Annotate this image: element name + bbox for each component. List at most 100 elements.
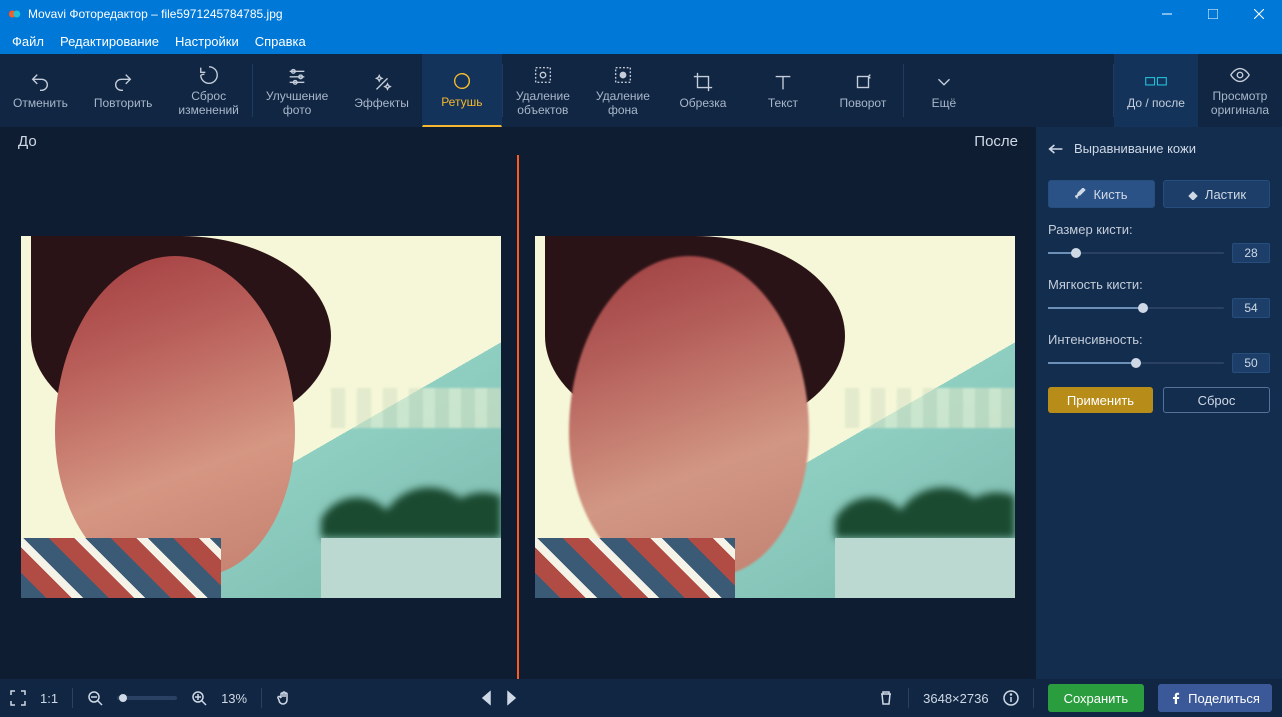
before-after-label: До / после bbox=[1127, 97, 1185, 110]
eraser-toggle-label: Ластик bbox=[1205, 187, 1246, 202]
remove-objects-icon bbox=[532, 64, 554, 86]
brush-softness-label: Мягкость кисти: bbox=[1048, 277, 1270, 292]
text-label: Текст bbox=[768, 97, 798, 110]
bottom-right: 3648×2736 Сохранить Поделиться bbox=[878, 684, 1272, 712]
comparison-divider[interactable] bbox=[517, 155, 519, 679]
brush-size-row: Размер кисти: 28 bbox=[1048, 222, 1270, 263]
view-original-label: Просмотр оригинала bbox=[1211, 90, 1269, 116]
more-button[interactable]: Ещё bbox=[904, 54, 984, 127]
text-icon bbox=[772, 71, 794, 93]
brush-size-label: Размер кисти: bbox=[1048, 222, 1270, 237]
prev-image-icon[interactable] bbox=[479, 690, 495, 706]
enhance-button[interactable]: Улучшение фото bbox=[253, 54, 341, 127]
crop-label: Обрезка bbox=[679, 97, 726, 110]
separator bbox=[1033, 688, 1034, 708]
main-toolbar: Отменить Повторить Сброс изменений Улучш… bbox=[0, 54, 1282, 127]
eye-icon bbox=[1229, 64, 1251, 86]
zoom-out-icon[interactable] bbox=[87, 690, 103, 706]
title-bar: Movavi Фоторедактор – file5971245784785.… bbox=[0, 0, 1282, 28]
reset-button[interactable]: Сброс bbox=[1163, 387, 1270, 413]
brush-size-slider[interactable] bbox=[1048, 252, 1224, 254]
view-original-button[interactable]: Просмотр оригинала bbox=[1198, 54, 1282, 127]
effects-icon bbox=[371, 71, 393, 93]
minimize-button[interactable] bbox=[1144, 0, 1190, 28]
before-after-header: До После bbox=[0, 127, 1036, 155]
menu-help[interactable]: Справка bbox=[255, 34, 306, 49]
hand-icon[interactable] bbox=[276, 690, 292, 706]
remove-objects-button[interactable]: Удаление объектов bbox=[503, 54, 583, 127]
after-label: После bbox=[974, 133, 1018, 150]
after-image bbox=[535, 236, 1015, 598]
retouch-icon bbox=[451, 70, 473, 92]
before-image bbox=[21, 236, 501, 598]
brush-eraser-toggle: Кисть Ластик bbox=[1048, 180, 1270, 208]
rotate-button[interactable]: Поворот bbox=[823, 54, 903, 127]
undo-button[interactable]: Отменить bbox=[0, 54, 81, 127]
undo-label: Отменить bbox=[13, 97, 68, 110]
eraser-icon bbox=[1187, 188, 1199, 200]
next-image-icon[interactable] bbox=[503, 690, 519, 706]
apply-button[interactable]: Применить bbox=[1048, 387, 1153, 413]
toolbar-right: До / после Просмотр оригинала bbox=[1113, 54, 1282, 127]
retouch-button[interactable]: Ретушь bbox=[422, 54, 502, 127]
redo-button[interactable]: Повторить bbox=[81, 54, 166, 127]
rotate-label: Поворот bbox=[840, 97, 887, 110]
menu-bar: Файл Редактирование Настройки Справка bbox=[0, 28, 1282, 54]
window-title: Movavi Фоторедактор – file5971245784785.… bbox=[28, 7, 1144, 21]
fullscreen-icon[interactable] bbox=[10, 690, 26, 706]
crop-button[interactable]: Обрезка bbox=[663, 54, 743, 127]
reset-changes-label: Сброс изменений bbox=[178, 90, 238, 116]
crop-icon bbox=[692, 71, 714, 93]
image-comparison[interactable] bbox=[0, 155, 1036, 679]
canvas-area: До После bbox=[0, 127, 1036, 679]
rotate-icon bbox=[852, 71, 874, 93]
menu-settings[interactable]: Настройки bbox=[175, 34, 239, 49]
redo-label: Повторить bbox=[94, 97, 153, 110]
facebook-icon bbox=[1170, 692, 1182, 704]
text-button[interactable]: Текст bbox=[743, 54, 823, 127]
menu-file[interactable]: Файл bbox=[12, 34, 44, 49]
brush-icon bbox=[1075, 188, 1087, 200]
reset-changes-button[interactable]: Сброс изменений bbox=[165, 54, 251, 127]
eraser-toggle[interactable]: Ластик bbox=[1163, 180, 1270, 208]
chevron-down-icon bbox=[933, 71, 955, 93]
close-button[interactable] bbox=[1236, 0, 1282, 28]
trash-icon[interactable] bbox=[878, 690, 894, 706]
remove-bg-icon bbox=[612, 64, 634, 86]
menu-edit[interactable]: Редактирование bbox=[60, 34, 159, 49]
share-button[interactable]: Поделиться bbox=[1158, 684, 1272, 712]
enhance-label: Улучшение фото bbox=[266, 90, 328, 116]
brush-softness-slider[interactable] bbox=[1048, 307, 1224, 309]
remove-bg-button[interactable]: Удаление фона bbox=[583, 54, 663, 127]
redo-icon bbox=[112, 71, 134, 93]
undo-icon bbox=[29, 71, 51, 93]
intensity-value[interactable]: 50 bbox=[1232, 353, 1270, 373]
fit-actual-button[interactable]: 1:1 bbox=[40, 691, 58, 706]
brush-size-value[interactable]: 28 bbox=[1232, 243, 1270, 263]
effects-button[interactable]: Эффекты bbox=[341, 54, 422, 127]
image-dimensions: 3648×2736 bbox=[923, 691, 988, 706]
zoom-percentage: 13% bbox=[221, 691, 247, 706]
brush-toggle[interactable]: Кисть bbox=[1048, 180, 1155, 208]
more-label: Ещё bbox=[932, 97, 957, 110]
brush-softness-value[interactable]: 54 bbox=[1232, 298, 1270, 318]
window-controls bbox=[1144, 0, 1282, 28]
zoom-slider[interactable] bbox=[117, 696, 177, 700]
zoom-in-icon[interactable] bbox=[191, 690, 207, 706]
before-after-icon bbox=[1145, 71, 1167, 93]
maximize-button[interactable] bbox=[1190, 0, 1236, 28]
remove-bg-label: Удаление фона bbox=[596, 90, 650, 116]
back-arrow-icon[interactable] bbox=[1048, 143, 1064, 155]
enhance-icon bbox=[286, 64, 308, 86]
app-icon bbox=[8, 7, 22, 21]
intensity-row: Интенсивность: 50 bbox=[1048, 332, 1270, 373]
intensity-slider[interactable] bbox=[1048, 362, 1224, 364]
before-after-button[interactable]: До / после bbox=[1114, 54, 1198, 127]
intensity-label: Интенсивность: bbox=[1048, 332, 1270, 347]
info-icon[interactable] bbox=[1003, 690, 1019, 706]
save-button[interactable]: Сохранить bbox=[1048, 684, 1145, 712]
separator bbox=[908, 688, 909, 708]
nav-arrows bbox=[479, 690, 519, 706]
panel-buttons: Применить Сброс bbox=[1048, 387, 1270, 413]
separator bbox=[72, 688, 73, 708]
